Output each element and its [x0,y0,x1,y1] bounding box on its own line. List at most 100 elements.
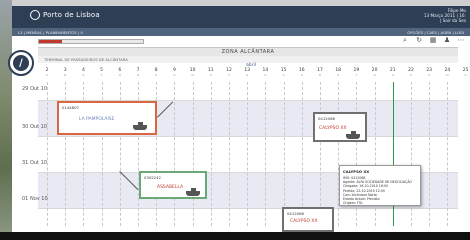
weekday-letter: S [464,73,467,77]
day-gridline [247,82,249,226]
day-number: 4S [74,68,92,78]
day-gridline [229,82,230,226]
day-number: 19 T [347,68,365,78]
day-gridline [429,82,431,226]
day-number: 21 Q [384,68,402,78]
weekday-letter: S [282,73,285,77]
search-icon[interactable]: ⌕ [400,35,410,45]
day-number: 23 S [420,68,438,78]
weekday-letter: Q [391,73,394,77]
brand-name: Porto de Lisboa [43,11,100,19]
day-number: 11 S [202,68,220,78]
weekday-letter: T [228,73,230,77]
weekday-letter: Q [373,73,376,77]
ship-id: 0412066 [318,116,335,121]
row-label: 31 Out 10 [22,160,47,166]
brand[interactable]: Porto de Lisboa [30,10,100,20]
day-number: 13 Q [238,68,256,78]
ship-icon [186,188,200,196]
breadcrumb[interactable]: L3 | MENSAL | PLANEAMENTOS | 0 [18,30,83,35]
terminal-title: TERMINAL DE PASSAGEIROS DE ALCÂNTARA [38,56,458,63]
ship-id: 0302242 [144,175,161,180]
logout-link[interactable]: | Sair da Ses [424,18,466,23]
port-logo-icon [30,10,40,20]
day-header: 2 S 3 D 4 S 5 T 6 Q 7 Q 8 S 9 S 10 D 11 S 12 T 13 Q 14 Q 15 S 16 S 17 D… [38,68,469,82]
screenshot: Porto de Lisboa Filipe Mo 13 Março 2011 … [0,0,470,240]
ship-name: ASSABELLA [157,185,184,190]
day-number: 14 Q [256,68,274,78]
day-gridline [210,82,212,226]
day-gridline [265,82,267,226]
day-number: 16 S [293,68,311,78]
day-number: 6Q [111,68,129,78]
ship-card[interactable]: 0302242 ASSABELLA [139,171,207,199]
day-number: 22 S [402,68,420,78]
weekday-letter: S [46,73,48,77]
row-label: 01 Nov 10 [22,196,48,202]
popup-title: CALYPSO XX [343,169,370,174]
ship-card[interactable]: 0412066 CALYPSO XX [313,112,367,142]
weekday-letter: D [64,73,67,77]
day-number: 2S [38,68,56,78]
day-number: 18 S [329,68,347,78]
logo-mark-icon: / [13,55,29,71]
progress-bar [38,39,144,44]
day-number: 10 D [184,68,202,78]
day-number: 25 S [457,68,470,78]
day-gridline [192,82,194,226]
screen-bezel [0,232,470,240]
weekday-letter: D [318,73,322,77]
day-number: 7Q [129,68,147,78]
more-icon[interactable]: ⋯ [456,35,466,45]
popup-line: Origem: FOL [343,201,363,206]
weekday-letter: Q [246,73,249,77]
day-number: 9S [165,68,183,78]
day-number: 3D [56,68,74,78]
row-label: 30 Out 10 [22,124,47,130]
ship-name: CALYPSO XX [319,126,347,131]
day-gridline [447,82,449,226]
toolbar: ⌕ ↻ ▦ ♟ ⋯ [400,35,466,45]
weekday-letter: S [82,73,85,77]
weekday-letter: S [155,73,158,77]
day-gridline [320,82,321,226]
day-number: 12 T [220,68,238,78]
company-logo: / [8,50,34,76]
ship-card[interactable]: 0412066 CALYPSO XX [282,207,334,232]
weekday-letter: D [191,73,194,77]
ship-card[interactable]: 0144807 LA PAMPOLAISE [57,101,157,135]
refresh-icon[interactable]: ↻ [414,35,424,45]
grid-icon[interactable]: ▦ [428,35,438,45]
day-gridline [301,82,303,226]
weekday-letter: S [209,73,212,77]
ship-icon [133,122,147,130]
ship-details-popup: CALYPSO XX IMO: 0412066 Agente: ALFA SOC… [339,165,421,206]
weekday-letter: T [100,73,103,77]
progress-fill [39,40,62,43]
day-gridline [174,82,176,226]
day-number: 5T [93,68,111,78]
row-labels: 29 Out 10 30 Out 10 31 Out 10 01 Nov 10 [12,82,52,226]
day-gridline [283,82,285,226]
ship-icon [346,131,360,139]
weekday-letter: Q [118,73,121,77]
ship-name: CALYPSO XX [290,219,318,224]
weekday-letter: S [173,73,176,77]
user-info: Filipe Mo 13 Março 2011 | 16: | Sair da … [424,8,466,23]
weekday-letter: S [410,73,412,77]
day-number: 8S [147,68,165,78]
user-icon[interactable]: ♟ [442,35,452,45]
ship-id: 0412066 [287,211,304,216]
weekday-letter: Q [264,73,267,77]
top-bar: Porto de Lisboa Filipe Mo 13 Março 2011 … [12,6,470,28]
photo-background [0,0,12,240]
weekday-letter: S [300,73,303,77]
weekday-letter: Q [136,73,140,77]
weekday-letter: S [337,73,340,77]
weekday-letter: T [355,73,358,77]
weekday-letter: S [428,73,431,77]
row-label: 29 Out 10 [22,86,47,92]
day-number: 17 D [311,68,329,78]
day-number: 20 Q [366,68,384,78]
day-number: 15 S [275,68,293,78]
